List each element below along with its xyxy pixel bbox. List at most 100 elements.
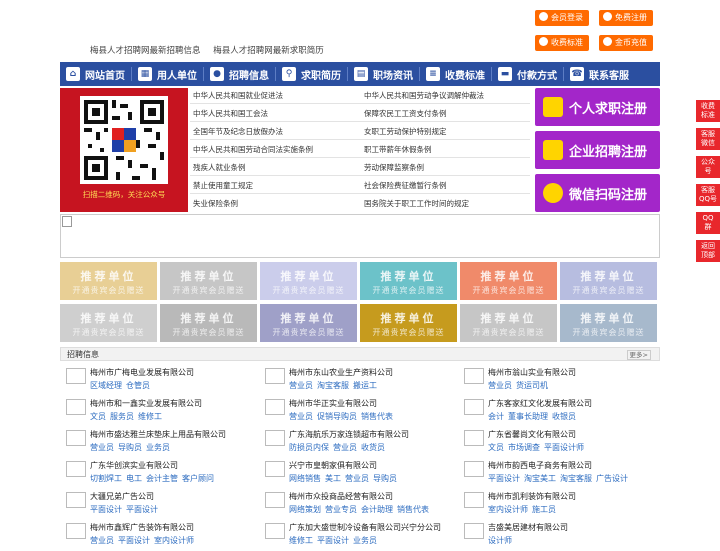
company-name-link[interactable]: 梅州市翁山实业有限公司	[488, 367, 576, 378]
job-title-link[interactable]: 平面设计	[488, 474, 520, 483]
company-logo[interactable]	[464, 368, 484, 384]
employer-register-button[interactable]: 企业招聘注册	[535, 131, 660, 169]
job-title-link[interactable]: 仓管员	[126, 381, 150, 390]
job-title-link[interactable]: 平面设计	[118, 536, 150, 545]
recommend-tile[interactable]: 推荐单位 开通贵宾会员赠送	[360, 304, 457, 342]
job-title-link[interactable]: 网络策划	[289, 505, 321, 514]
job-title-link[interactable]: 搬运工	[353, 381, 377, 390]
recommend-tile[interactable]: 推荐单位 开通贵宾会员赠送	[160, 304, 257, 342]
law-link[interactable]: 劳动保障监察条例	[364, 162, 424, 173]
law-link[interactable]: 国务院关于职工工作时间的规定	[364, 198, 469, 209]
seeker-register-button[interactable]: 个人求职注册	[535, 88, 660, 126]
company-logo[interactable]	[66, 523, 86, 539]
law-link[interactable]: 中华人民共和国劳动合同法实施条例	[193, 144, 313, 155]
nav-news[interactable]: ▤ 职场资讯	[348, 62, 420, 86]
job-title-link[interactable]: 设计师	[488, 536, 512, 545]
company-name-link[interactable]: 梅州市华正实业有限公司	[289, 398, 377, 409]
law-link[interactable]: 社会保险费征缴暂行条例	[364, 180, 447, 191]
nav-contact[interactable]: ☎ 联系客服	[564, 62, 629, 86]
company-name-link[interactable]: 广东华创滨实业有限公司	[90, 460, 178, 471]
job-title-link[interactable]: 业务员	[146, 443, 170, 452]
side-service-wechat[interactable]: 客服 微信	[696, 128, 720, 150]
job-title-link[interactable]: 董事长助理	[508, 412, 548, 421]
company-name-link[interactable]: 吉盛美居建材有限公司	[488, 522, 568, 533]
job-title-link[interactable]: 营业员	[488, 381, 512, 390]
nav-jobs[interactable]: ● 招聘信息	[204, 62, 276, 86]
company-logo[interactable]	[464, 523, 484, 539]
job-title-link[interactable]: 营业员	[289, 412, 313, 421]
recommend-tile[interactable]: 推荐单位 开通贵宾会员赠送	[260, 262, 357, 300]
company-logo[interactable]	[66, 368, 86, 384]
fee-standard-button[interactable]: 收费标准	[535, 35, 589, 51]
company-name-link[interactable]: 梅州市盛达雅兰床垫床上用品有限公司	[90, 429, 226, 440]
side-back-to-top[interactable]: 返回 顶部	[696, 240, 720, 262]
wechat-register-button[interactable]: 微信扫码注册	[535, 174, 660, 212]
member-login-button[interactable]: 会员登录	[535, 10, 589, 26]
company-name-link[interactable]: 梅州市凯利装饰有限公司	[488, 491, 576, 502]
more-link[interactable]: 更多>	[626, 350, 651, 360]
law-link[interactable]: 女职工劳动保护特别规定	[364, 126, 447, 137]
company-logo[interactable]	[265, 430, 285, 446]
company-name-link[interactable]: 广东客家红文化发展有限公司	[488, 398, 592, 409]
job-title-link[interactable]: 淘宝美工	[524, 474, 556, 483]
job-title-link[interactable]: 文员	[90, 412, 106, 421]
job-title-link[interactable]: 销售代表	[361, 412, 393, 421]
job-title-link[interactable]: 营业员	[345, 474, 369, 483]
recommend-tile[interactable]: 推荐单位 开通贵宾会员赠送	[160, 262, 257, 300]
recommend-tile[interactable]: 推荐单位 开通贵宾会员赠送	[460, 304, 557, 342]
company-logo[interactable]	[464, 430, 484, 446]
side-fee-standard[interactable]: 收费 标准	[696, 100, 720, 122]
job-title-link[interactable]: 营业员	[333, 443, 357, 452]
law-link[interactable]: 禁止使用童工规定	[193, 180, 253, 191]
job-title-link[interactable]: 营业专员	[325, 505, 357, 514]
nav-home[interactable]: ⌂ 网站首页	[60, 62, 132, 86]
recommend-tile[interactable]: 推荐单位 开通贵宾会员赠送	[560, 304, 657, 342]
company-name-link[interactable]: 广东海航乐万家连锁超市有限公司	[289, 429, 409, 440]
company-logo[interactable]	[66, 399, 86, 415]
side-qq-group[interactable]: QQ 群	[696, 212, 720, 234]
job-title-link[interactable]: 区域经理	[90, 381, 122, 390]
job-title-link[interactable]: 室内设计师	[154, 536, 194, 545]
recommend-tile[interactable]: 推荐单位 开通贵宾会员赠送	[60, 262, 157, 300]
job-title-link[interactable]: 电工	[126, 474, 142, 483]
job-title-link[interactable]: 收货员	[361, 443, 385, 452]
company-logo[interactable]	[265, 492, 285, 508]
company-name-link[interactable]: 广东省馨尚文化有限公司	[488, 429, 576, 440]
company-logo[interactable]	[464, 399, 484, 415]
coin-recharge-button[interactable]: 金币充值	[599, 35, 653, 51]
law-link[interactable]: 保障农民工工资支付条例	[364, 108, 447, 119]
company-name-link[interactable]: 兴宁市皇朝家俱有限公司	[289, 460, 377, 471]
job-title-link[interactable]: 美工	[325, 474, 341, 483]
job-title-link[interactable]: 淘宝客服	[317, 381, 349, 390]
job-title-link[interactable]: 收银员	[552, 412, 576, 421]
job-title-link[interactable]: 业务员	[353, 536, 377, 545]
nav-payment[interactable]: ▬ 付款方式	[492, 62, 564, 86]
job-title-link[interactable]: 切割焊工	[90, 474, 122, 483]
job-title-link[interactable]: 平面设计	[126, 505, 158, 514]
law-link[interactable]: 中华人民共和国就业促进法	[193, 90, 283, 101]
job-title-link[interactable]: 防损员内保	[289, 443, 329, 452]
job-title-link[interactable]: 广告设计	[596, 474, 628, 483]
company-logo[interactable]	[66, 461, 86, 477]
latest-resumes-link[interactable]: 梅县人才招聘网最新求职简历	[213, 46, 324, 56]
job-title-link[interactable]: 营业员	[90, 443, 114, 452]
job-title-link[interactable]: 营业员	[90, 536, 114, 545]
job-title-link[interactable]: 会计	[488, 412, 504, 421]
nav-employers[interactable]: ▦ 用人单位	[132, 62, 204, 86]
job-title-link[interactable]: 平面设计师	[544, 443, 584, 452]
job-title-link[interactable]: 营业员	[289, 381, 313, 390]
job-title-link[interactable]: 导购员	[373, 474, 397, 483]
law-link[interactable]: 中华人民共和国工会法	[193, 108, 268, 119]
company-logo[interactable]	[265, 399, 285, 415]
job-title-link[interactable]: 销售代表	[397, 505, 429, 514]
job-title-link[interactable]: 导购员	[118, 443, 142, 452]
recommend-tile[interactable]: 推荐单位 开通贵宾会员赠送	[60, 304, 157, 342]
recommend-tile[interactable]: 推荐单位 开通贵宾会员赠送	[560, 262, 657, 300]
company-name-link[interactable]: 梅州市东山农业生产资料公司	[289, 367, 393, 378]
job-title-link[interactable]: 施工员	[532, 505, 556, 514]
company-name-link[interactable]: 广东加大盛世制冷设备有限公司兴宁分公司	[289, 522, 441, 533]
job-title-link[interactable]: 平面设计	[90, 505, 122, 514]
law-link[interactable]: 残疾人就业条例	[193, 162, 246, 173]
company-logo[interactable]	[265, 368, 285, 384]
latest-jobs-link[interactable]: 梅县人才招聘网最新招聘信息	[90, 46, 201, 56]
